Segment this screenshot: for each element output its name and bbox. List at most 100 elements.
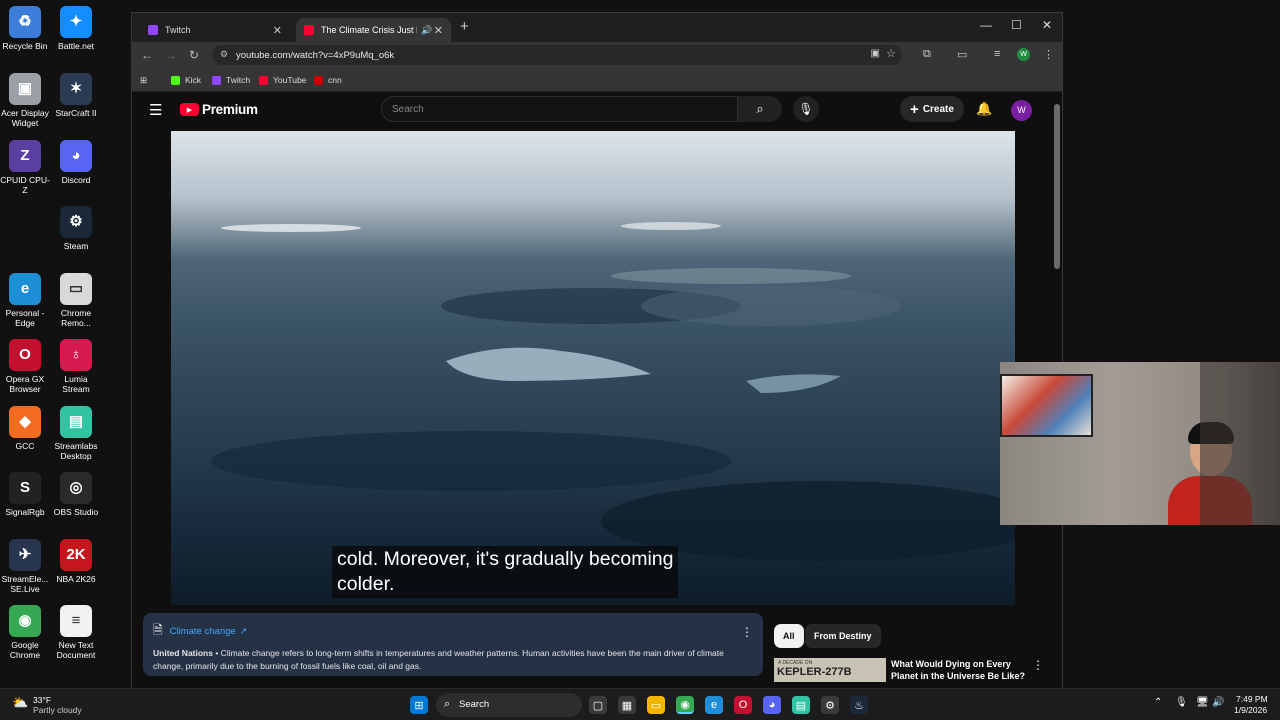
desktop-shortcut[interactable]: ✦ Battle.net: [51, 6, 101, 51]
extensions-icon[interactable]: ⧉: [923, 48, 931, 61]
close-tab-icon[interactable]: ✕: [434, 24, 443, 37]
recommendation-title[interactable]: What Would Dying on Every Planet in the …: [891, 658, 1036, 682]
clock-time[interactable]: 7:49 PM: [1236, 694, 1268, 704]
widgets-icon[interactable]: ▦: [618, 696, 636, 714]
desktop-shortcut[interactable]: ◕ Discord: [51, 140, 101, 185]
back-icon[interactable]: ←: [141, 48, 153, 62]
close-tab-icon[interactable]: ✕: [273, 24, 282, 37]
chip-from-destiny[interactable]: From Destiny: [805, 624, 881, 648]
desktop-shortcut[interactable]: ✶ StarCraft II: [51, 73, 101, 118]
desktop-shortcut[interactable]: S SignalRgb: [0, 472, 50, 517]
volume-icon[interactable]: 🔊: [1212, 697, 1224, 708]
new-tab-icon[interactable]: +: [460, 18, 469, 35]
audio-playing-icon[interactable]: 🔊: [421, 25, 432, 36]
chrome-taskbar-icon[interactable]: ◉: [676, 696, 694, 714]
site-info-icon[interactable]: ⚙: [220, 49, 228, 60]
voice-search-icon[interactable]: 🎙: [793, 96, 819, 122]
account-avatar[interactable]: W: [1011, 100, 1032, 121]
forward-icon[interactable]: →: [165, 48, 177, 62]
desktop-shortcut[interactable]: ⚙ Steam: [51, 206, 101, 251]
desktop-shortcut[interactable]: ◆ GCC: [0, 406, 50, 451]
settings-taskbar-icon[interactable]: ⚙: [821, 696, 839, 714]
microphone-icon[interactable]: 🎙: [1175, 697, 1188, 708]
video-player[interactable]: cold. Moreover, it's gradually becoming …: [171, 131, 1015, 605]
desktop-shortcut[interactable]: ♁ Lumia Stream: [51, 339, 101, 394]
desktop-shortcut-label: Recycle Bin: [2, 41, 48, 51]
youtube-page: ☰ ▶ Premium Search ⌕ 🎙 + Create 🔔 W cold…: [132, 92, 1062, 689]
desktop-shortcut[interactable]: e Personal - Edge: [0, 273, 50, 328]
network-icon[interactable]: 🖥: [1196, 697, 1209, 708]
youtube-favicon-icon: [304, 25, 314, 35]
desktop-shortcut-label: NBA 2K26: [56, 574, 96, 584]
task-view-icon[interactable]: ▢: [589, 696, 607, 714]
bookmark-twitch[interactable]: Twitch: [212, 75, 250, 85]
weather-desc[interactable]: Partly cloudy: [33, 705, 82, 715]
search-icon: ⌕: [756, 101, 764, 116]
sidebar-icon[interactable]: ▭: [957, 48, 967, 61]
document-icon: 🗎: [153, 623, 163, 637]
profile-avatar[interactable]: W: [1017, 48, 1030, 61]
edge-taskbar-icon[interactable]: e: [705, 696, 723, 714]
steam-taskbar-icon[interactable]: ♨: [850, 696, 868, 714]
search-input[interactable]: Search: [381, 96, 738, 122]
search-button[interactable]: ⌕: [738, 96, 782, 122]
apps-grid-icon[interactable]: ⊞: [140, 75, 147, 86]
desktop-shortcut[interactable]: ◉ Google Chrome: [0, 605, 50, 660]
thumbnail-text: KEPLER-277B: [777, 666, 852, 678]
opera-gx-taskbar-icon[interactable]: O: [734, 696, 752, 714]
taskbar-search[interactable]: ⌕ Search: [436, 693, 582, 717]
media-control-icon[interactable]: ≡: [994, 48, 1000, 60]
search-icon: ⌕: [444, 698, 451, 710]
hamburger-menu-icon[interactable]: ☰: [149, 101, 162, 119]
reload-icon[interactable]: ↻: [189, 48, 199, 62]
recommendation-menu-icon[interactable]: ⋮: [1032, 658, 1044, 672]
youtube-header: ☰ ▶ Premium Search ⌕ 🎙 + Create 🔔 W: [132, 92, 1062, 130]
info-topic-link[interactable]: Climate change: [170, 626, 236, 637]
desktop-shortcut[interactable]: Z CPUID CPU-Z: [0, 140, 50, 195]
tv-screen: [1000, 374, 1093, 437]
desktop-shortcut[interactable]: ▣ Acer Display Widget: [0, 73, 50, 128]
maximize-icon[interactable]: ☐: [1011, 18, 1022, 32]
bookmark-star-icon[interactable]: ☆: [886, 47, 896, 60]
starcraft-icon: ✶: [60, 73, 92, 105]
bookmark-youtube[interactable]: YouTube: [259, 75, 306, 85]
file-explorer-icon[interactable]: ▭: [647, 696, 665, 714]
address-bar[interactable]: ⚙ youtube.com/watch?v=4xP9uMq_o6k ▣ ☆: [212, 45, 902, 65]
chip-all[interactable]: All: [774, 624, 804, 648]
recommended-video[interactable]: A DECADE ON KEPLER-277B What Would Dying…: [772, 658, 1062, 682]
desktop-shortcut-label: New Text Document: [56, 640, 96, 660]
tab-twitch[interactable]: Twitch ✕: [140, 18, 290, 42]
weather-icon[interactable]: ⛅: [12, 695, 28, 711]
clock-date[interactable]: 1/9/2026: [1234, 705, 1267, 715]
show-hidden-icons[interactable]: ⌃: [1154, 697, 1162, 708]
desktop-shortcut-label: Discord: [61, 175, 91, 185]
url-text: youtube.com/watch?v=4xP9uMq_o6k: [236, 49, 395, 61]
obs-icon: ◎: [60, 472, 92, 504]
desktop-shortcut[interactable]: ◎ OBS Studio: [51, 472, 101, 517]
desktop-shortcut[interactable]: ✈ StreamEle... SE.Live: [0, 539, 50, 594]
desktop-shortcut[interactable]: ≡ New Text Document: [51, 605, 101, 660]
create-button[interactable]: + Create: [900, 96, 964, 122]
desktop-shortcut[interactable]: 2K NBA 2K26: [51, 539, 101, 584]
notifications-bell-icon[interactable]: 🔔: [976, 101, 992, 117]
close-window-icon[interactable]: ✕: [1042, 18, 1052, 32]
external-link-icon[interactable]: ↗: [240, 626, 248, 637]
bookmark-cnn[interactable]: cnn: [314, 75, 342, 85]
info-menu-icon[interactable]: ⋮: [741, 625, 753, 639]
desktop-shortcut[interactable]: O Opera GX Browser: [0, 339, 50, 394]
desktop-shortcut[interactable]: ▤ Streamlabs Desktop: [51, 406, 101, 461]
minimize-icon[interactable]: —: [980, 18, 992, 32]
menu-kebab-icon[interactable]: ⋮: [1043, 48, 1054, 61]
scrollbar[interactable]: [1054, 104, 1060, 269]
desktop-shortcut[interactable]: ♻ Recycle Bin: [0, 6, 50, 51]
tab-youtube-video[interactable]: The Climate Crisis Just Hit a 🔊 ✕: [296, 18, 451, 42]
video-thumbnail[interactable]: A DECADE ON KEPLER-277B: [774, 658, 886, 682]
start-button[interactable]: ⊞: [410, 696, 428, 714]
bookmark-kick[interactable]: Kick: [171, 75, 201, 85]
streamlabs-taskbar-icon[interactable]: ▤: [792, 696, 810, 714]
discord-taskbar-icon[interactable]: ◕: [763, 696, 781, 714]
youtube-logo[interactable]: ▶ Premium: [180, 102, 258, 117]
desktop-shortcut[interactable]: ▭ Chrome Remo...: [51, 273, 101, 328]
install-app-icon[interactable]: ▣: [871, 48, 880, 59]
weather-temp[interactable]: 33°F: [33, 695, 51, 705]
